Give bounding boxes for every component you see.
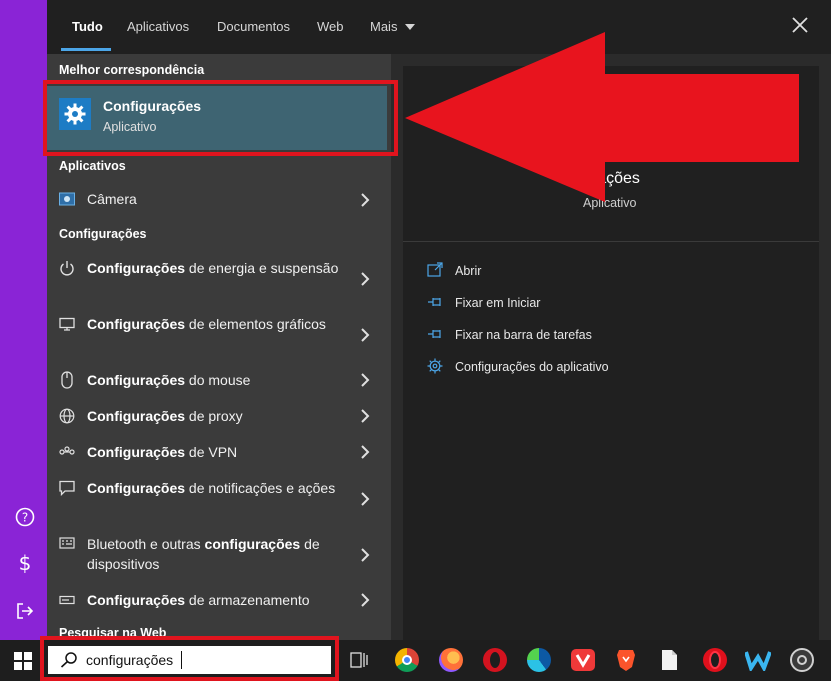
item-rest-text: de notificações e ações — [185, 480, 336, 496]
chevron-right-icon — [361, 445, 370, 459]
chrome-icon[interactable] — [395, 648, 419, 672]
match-text: Configurações — [87, 260, 186, 276]
item-rest-text: do mouse — [185, 372, 251, 388]
list-item-vpn-settings[interactable]: Configurações de VPN — [47, 440, 391, 464]
annotation-box-best-match — [43, 80, 398, 156]
svg-text:$: $ — [19, 552, 32, 574]
tab-web[interactable]: Web — [317, 19, 344, 34]
open-icon — [427, 262, 443, 277]
camera-icon — [57, 189, 77, 209]
chevron-right-icon — [361, 193, 370, 207]
pin-icon — [428, 330, 441, 338]
windows-start-icon[interactable] — [14, 652, 32, 670]
task-view-icon[interactable] — [349, 650, 369, 670]
opera-gx-icon[interactable] — [703, 648, 727, 672]
chevron-right-icon — [361, 272, 370, 286]
action-label: Fixar em Iniciar — [455, 296, 541, 310]
action-label: Configurações do aplicativo — [455, 360, 609, 374]
item-rest-text: de VPN — [185, 444, 238, 460]
svg-text:?: ? — [22, 511, 28, 525]
vpn-icon — [57, 442, 77, 462]
help-icon[interactable]: ? — [14, 506, 36, 528]
chevron-right-icon — [361, 548, 370, 562]
annotation-box-search — [40, 636, 339, 681]
list-item-bluetooth-settings[interactable]: Bluetooth e outras configurações de disp… — [47, 532, 391, 576]
power-icon — [57, 258, 77, 278]
chevron-right-icon — [361, 593, 370, 607]
active-tab-indicator — [61, 48, 111, 51]
list-item-mouse-settings[interactable]: Configurações do mouse — [47, 368, 391, 392]
item-rest-text: de proxy — [185, 408, 243, 424]
list-item-graphics-settings[interactable]: Configurações de elementos gráficos — [47, 312, 391, 356]
file-icon[interactable] — [661, 649, 678, 671]
section-settings: Configurações — [59, 227, 147, 241]
tab-tudo[interactable]: Tudo — [72, 19, 103, 34]
opera-icon[interactable] — [483, 648, 507, 672]
list-item-power-settings[interactable]: Configurações de energia e suspensão — [47, 256, 391, 300]
monitor-icon — [57, 314, 77, 334]
storage-icon — [57, 590, 77, 610]
match-text: Configurações — [87, 372, 186, 388]
dollar-icon[interactable]: $ — [14, 552, 36, 574]
match-text: Configurações — [87, 408, 186, 424]
globe-icon — [57, 406, 77, 426]
logout-icon[interactable] — [14, 600, 36, 622]
taskbar: configurações — [0, 636, 831, 681]
list-item-camera[interactable]: Câmera — [47, 186, 391, 212]
chevron-right-icon — [361, 492, 370, 506]
vivaldi-icon[interactable] — [571, 649, 595, 671]
match-text: Configurações — [87, 316, 186, 332]
item-pre-text: Bluetooth e outras — [87, 536, 205, 552]
list-item-notification-settings[interactable]: Configurações de notificações e ações — [47, 476, 391, 520]
obs-icon[interactable] — [790, 648, 814, 672]
edge-icon[interactable] — [527, 648, 551, 672]
firefox-icon[interactable] — [439, 648, 463, 672]
list-item-storage-settings[interactable]: Configurações de armazenamento — [47, 588, 391, 612]
list-item-proxy-settings[interactable]: Configurações de proxy — [47, 404, 391, 428]
match-text: configurações — [204, 536, 301, 552]
match-text: Configurações — [87, 592, 186, 608]
chevron-right-icon — [361, 328, 370, 342]
chevron-right-icon — [361, 409, 370, 423]
wunderlist-icon[interactable] — [744, 649, 772, 673]
tab-documentos[interactable]: Documentos — [217, 19, 290, 34]
tab-mais-label: Mais — [370, 19, 398, 34]
section-apps: Aplicativos — [59, 159, 126, 173]
chevron-right-icon — [361, 373, 370, 387]
item-rest-text: de elementos gráficos — [185, 316, 326, 332]
item-rest-text: de energia e suspensão — [185, 260, 339, 276]
annotation-arrow — [405, 32, 799, 202]
match-text: Configurações — [87, 480, 186, 496]
bluetooth-devices-icon — [57, 534, 77, 554]
pin-icon — [428, 298, 441, 306]
notification-icon — [57, 478, 77, 498]
list-item-label: Câmera — [87, 191, 137, 207]
action-label: Abrir — [455, 264, 482, 278]
tab-aplicativos[interactable]: Aplicativos — [127, 19, 189, 34]
item-rest-text: de armazenamento — [185, 592, 310, 608]
gear-icon — [427, 358, 443, 374]
action-label: Fixar na barra de tarefas — [455, 328, 592, 342]
brave-icon[interactable] — [616, 648, 636, 672]
mouse-icon — [57, 370, 77, 390]
section-best-match: Melhor correspondência — [59, 63, 205, 77]
left-sidebar-strip: ? $ — [0, 0, 47, 640]
match-text: Configurações — [87, 444, 186, 460]
